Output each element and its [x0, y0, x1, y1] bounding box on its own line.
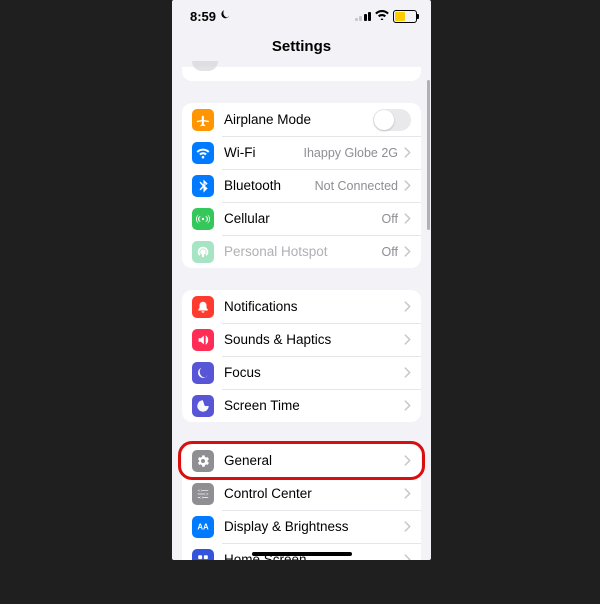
row-airplane[interactable]: Airplane Mode [182, 103, 421, 136]
row-label: Display & Brightness [224, 519, 349, 534]
row-hotspot[interactable]: Personal Hotspot Off [182, 235, 421, 268]
row-label: Airplane Mode [224, 112, 311, 127]
iphone-frame: 8:59 Settings Airplane ModeWi-FiIhappy G… [172, 0, 431, 560]
toggle-airplane[interactable] [373, 109, 411, 131]
bluetooth-icon [192, 175, 214, 197]
chevron-right-icon [404, 521, 411, 532]
avatar [192, 61, 218, 71]
cellular-signal-icon [355, 11, 372, 21]
chevron-right-icon [404, 180, 411, 191]
row-label: Wi-Fi [224, 145, 255, 160]
row-detail: Off [382, 212, 398, 226]
profile-card-truncated[interactable] [182, 67, 421, 81]
controlcenter-icon [192, 483, 214, 505]
wifi-icon [192, 142, 214, 164]
settings-group: General Control Center AA Display & Brightn… [182, 444, 421, 560]
row-cellular[interactable]: Cellular Off [182, 202, 421, 235]
row-notifications[interactable]: Notifications [182, 290, 421, 323]
row-label: Personal Hotspot [224, 244, 328, 259]
status-bar: 8:59 [172, 0, 431, 28]
svg-text:AA: AA [197, 522, 209, 531]
row-label: Focus [224, 365, 261, 380]
wifi-icon [375, 9, 389, 23]
focus-icon [192, 362, 214, 384]
chevron-right-icon [404, 488, 411, 499]
chevron-right-icon [404, 246, 411, 257]
chevron-right-icon [404, 455, 411, 466]
battery-icon [393, 10, 417, 23]
hotspot-icon [192, 241, 214, 263]
row-label: Screen Time [224, 398, 300, 413]
screentime-icon [192, 395, 214, 417]
row-detail: Ihappy Globe 2G [303, 146, 398, 160]
row-label: Cellular [224, 211, 270, 226]
general-icon [192, 450, 214, 472]
row-detail: Off [382, 245, 398, 259]
chevron-right-icon [404, 400, 411, 411]
row-display[interactable]: AA Display & Brightness [182, 510, 421, 543]
row-detail: Not Connected [315, 179, 398, 193]
row-label: Bluetooth [224, 178, 281, 193]
chevron-right-icon [404, 334, 411, 345]
row-screentime[interactable]: Screen Time [182, 389, 421, 422]
chevron-right-icon [404, 367, 411, 378]
do-not-disturb-icon [220, 9, 231, 23]
row-label: Sounds & Haptics [224, 332, 331, 347]
chevron-right-icon [404, 213, 411, 224]
row-controlcenter[interactable]: Control Center [182, 477, 421, 510]
homescreen-icon [192, 549, 214, 561]
row-sounds[interactable]: Sounds & Haptics [182, 323, 421, 356]
row-wifi[interactable]: Wi-Fi Ihappy Globe 2G [182, 136, 421, 169]
clock-time: 8:59 [190, 9, 216, 24]
notifications-icon [192, 296, 214, 318]
row-focus[interactable]: Focus [182, 356, 421, 389]
scrollbar[interactable] [427, 80, 430, 230]
row-label: General [224, 453, 272, 468]
cellular-icon [192, 208, 214, 230]
row-general[interactable]: General [182, 444, 421, 477]
row-label: Control Center [224, 486, 312, 501]
chevron-right-icon [404, 554, 411, 560]
chevron-right-icon [404, 301, 411, 312]
settings-group: Airplane Mode Wi-Fi Ihappy Globe 2G Bluetoo… [182, 103, 421, 268]
row-label: Notifications [224, 299, 298, 314]
airplane-icon [192, 109, 214, 131]
chevron-right-icon [404, 147, 411, 158]
display-icon: AA [192, 516, 214, 538]
settings-group: Notifications Sounds & Haptics Focus Screen… [182, 290, 421, 422]
row-bluetooth[interactable]: Bluetooth Not Connected [182, 169, 421, 202]
home-indicator[interactable] [252, 552, 352, 556]
sounds-icon [192, 329, 214, 351]
